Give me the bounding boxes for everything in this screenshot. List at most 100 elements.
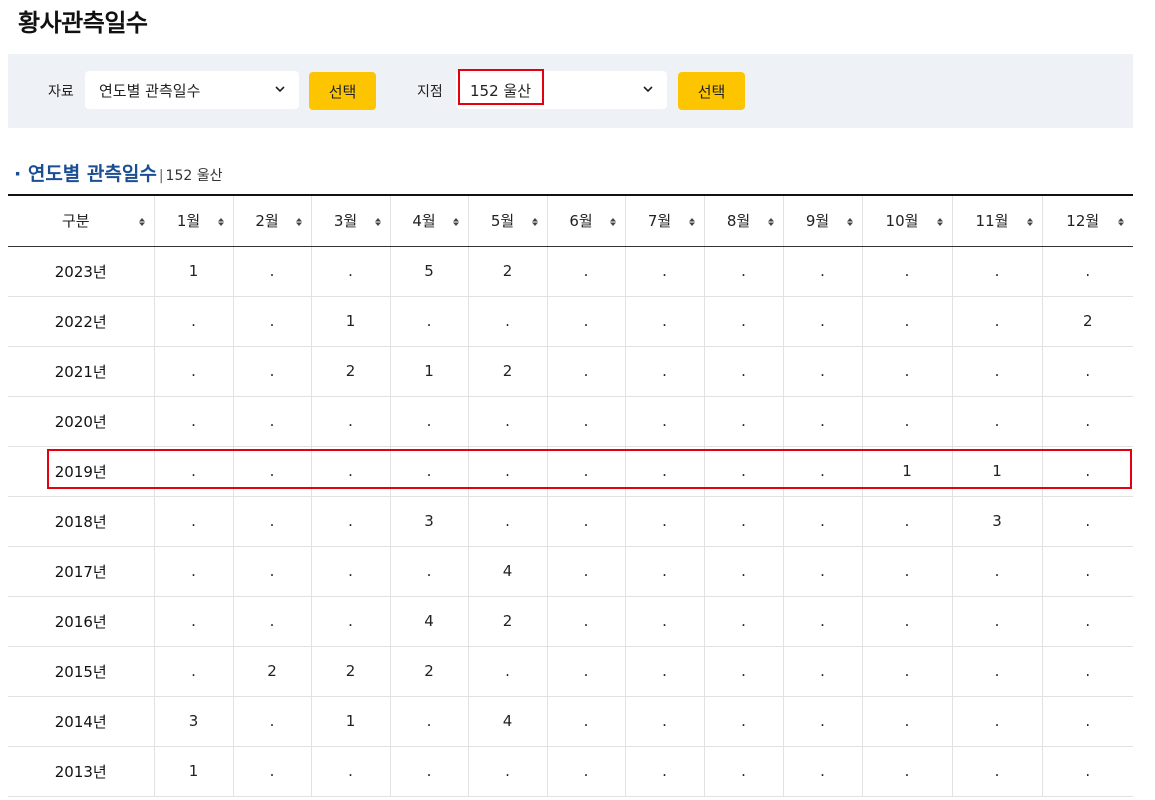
table-cell: . — [704, 596, 784, 647]
sort-icon[interactable] — [688, 216, 696, 228]
sort-icon[interactable] — [609, 216, 617, 228]
sort-icon[interactable] — [374, 216, 382, 228]
column-header-month-12[interactable]: 12월 — [1042, 194, 1133, 247]
select-data-button[interactable]: 선택 — [309, 72, 376, 110]
table-cell: . — [625, 646, 705, 697]
select-station-button[interactable]: 선택 — [678, 72, 745, 110]
sort-icon[interactable] — [295, 216, 303, 228]
table-cell: . — [547, 246, 626, 297]
sort-icon[interactable] — [452, 216, 460, 228]
table-cell: . — [468, 296, 548, 347]
station-select[interactable]: 152 울산 — [456, 71, 667, 109]
table-cell: . — [311, 446, 391, 497]
sort-icon[interactable] — [217, 216, 225, 228]
table-cell: 3 — [154, 696, 234, 747]
column-header-category[interactable]: 구분 — [8, 194, 155, 247]
table-cell: . — [952, 296, 1043, 347]
table-cell: . — [154, 296, 234, 347]
table-cell: . — [233, 446, 312, 497]
table-cell: . — [783, 496, 863, 547]
table-cell: . — [1042, 696, 1133, 747]
sort-icon[interactable] — [936, 216, 944, 228]
row-year-cell: 2015년 — [8, 646, 155, 697]
table-cell: . — [390, 546, 469, 597]
column-header-label: 8월 — [726, 212, 751, 231]
table-cell: . — [154, 446, 234, 497]
table-cell: . — [1042, 446, 1133, 497]
row-year-cell: 2020년 — [8, 396, 155, 447]
column-header-month-6[interactable]: 6월 — [547, 194, 626, 247]
table-cell: 4 — [468, 696, 548, 747]
table-row: 2023년 1.. 5 2....... — [8, 246, 1133, 297]
table-row: 2015년. 2 2 2........ — [8, 646, 1133, 697]
table-cell: 4 — [390, 596, 469, 647]
table-cell: . — [625, 296, 705, 347]
table-cell: . — [952, 596, 1043, 647]
column-header-label: 구분 — [61, 212, 90, 231]
table-cell: 1 — [952, 446, 1043, 497]
row-year-cell: 2021년 — [8, 346, 155, 397]
table-cell: . — [952, 246, 1043, 297]
table-cell: 1 — [311, 296, 391, 347]
table-cell: . — [862, 746, 953, 797]
table-cell: . — [862, 546, 953, 597]
sort-icon[interactable] — [138, 216, 146, 228]
column-header-month-8[interactable]: 8월 — [704, 194, 784, 247]
sort-icon[interactable] — [1026, 216, 1034, 228]
table-cell: . — [625, 546, 705, 597]
table-row: 2022년.. 1........ 2 — [8, 296, 1133, 347]
table-cell: . — [547, 496, 626, 547]
table-cell: . — [625, 746, 705, 797]
table-cell: . — [1042, 746, 1133, 797]
table-cell: . — [390, 746, 469, 797]
table-cell: 2 — [311, 346, 391, 397]
table-cell: 1 — [862, 446, 953, 497]
table-cell: . — [625, 496, 705, 547]
table-cell: . — [311, 496, 391, 547]
column-header-month-3[interactable]: 3월 — [311, 194, 391, 247]
column-header-month-10[interactable]: 10월 — [862, 194, 953, 247]
column-header-month-11[interactable]: 11월 — [952, 194, 1043, 247]
row-year-cell: 2014년 — [8, 696, 155, 747]
table-cell: . — [547, 446, 626, 497]
sort-icon[interactable] — [846, 216, 854, 228]
table-row: 2013년 1........... — [8, 746, 1133, 797]
table-cell: . — [783, 596, 863, 647]
table-cell: . — [1042, 496, 1133, 547]
row-year-cell: 2017년 — [8, 546, 155, 597]
table-cell: . — [704, 646, 784, 697]
sort-icon[interactable] — [767, 216, 775, 228]
table-cell: . — [311, 546, 391, 597]
table-row: 2020년............ — [8, 396, 1133, 447]
table-cell: . — [154, 646, 234, 697]
column-header-month-1[interactable]: 1월 — [154, 194, 234, 247]
column-header-month-5[interactable]: 5월 — [468, 194, 548, 247]
table-cell: 2 — [468, 596, 548, 647]
table-cell: . — [233, 296, 312, 347]
table-cell: . — [783, 546, 863, 597]
column-header-month-7[interactable]: 7월 — [625, 194, 705, 247]
table-cell: . — [390, 396, 469, 447]
sort-icon[interactable] — [531, 216, 539, 228]
table-cell: . — [952, 346, 1043, 397]
column-header-month-2[interactable]: 2월 — [233, 194, 312, 247]
table-cell: . — [233, 546, 312, 597]
table-cell: . — [952, 746, 1043, 797]
table-row: 2019년......... 1 1. — [8, 446, 1133, 497]
sort-icon[interactable] — [1117, 216, 1125, 228]
column-header-month-9[interactable]: 9월 — [783, 194, 863, 247]
data-type-select[interactable]: 연도별 관측일수 — [85, 71, 299, 109]
table-cell: . — [625, 696, 705, 747]
table-cell: . — [547, 696, 626, 747]
table-cell: . — [862, 596, 953, 647]
separator: | — [158, 168, 164, 184]
table-cell: . — [233, 746, 312, 797]
table-cell: . — [1042, 246, 1133, 297]
row-year-cell: 2013년 — [8, 746, 155, 797]
table-cell: . — [547, 746, 626, 797]
column-header-month-4[interactable]: 4월 — [390, 194, 469, 247]
table-cell: . — [704, 746, 784, 797]
table-cell: . — [547, 546, 626, 597]
table-cell: . — [704, 496, 784, 547]
table-cell: . — [952, 646, 1043, 697]
